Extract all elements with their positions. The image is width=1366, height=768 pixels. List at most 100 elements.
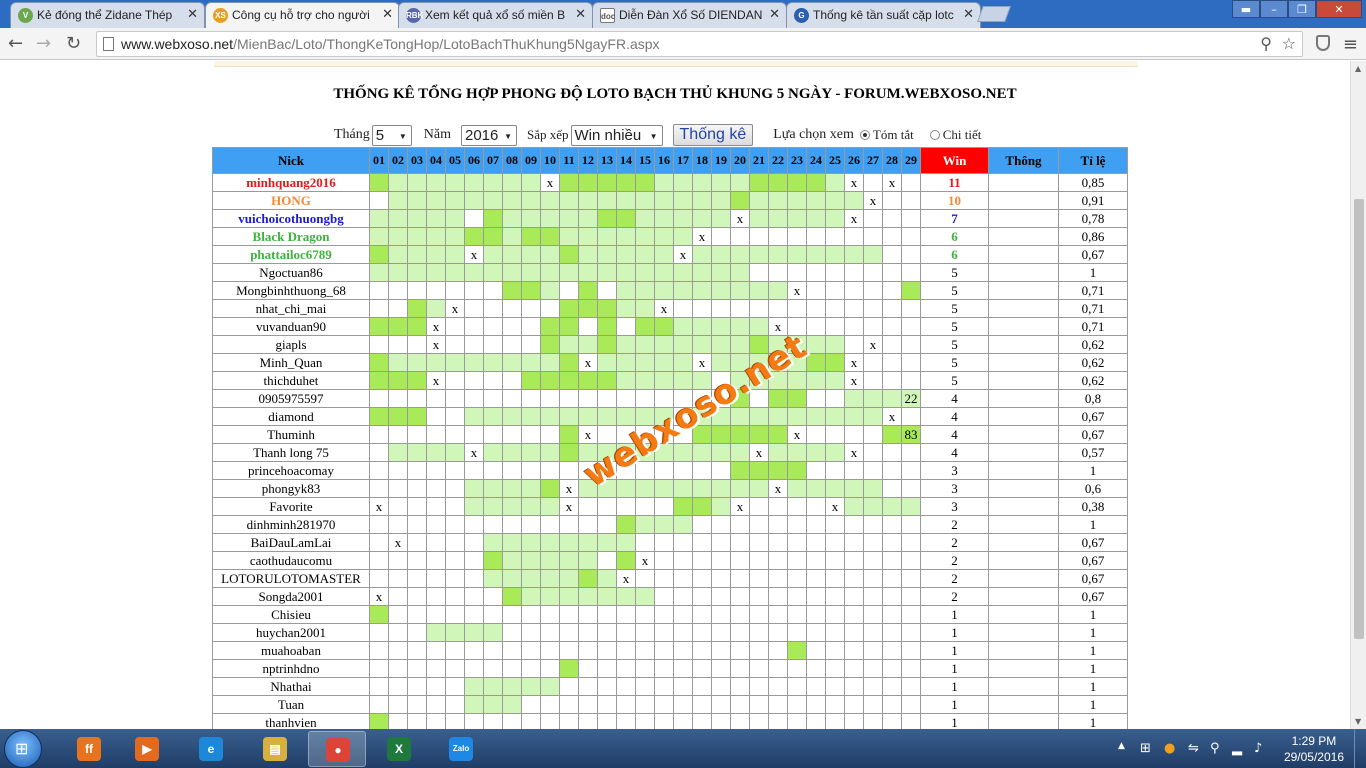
taskbar-app-3[interactable]: e — [182, 731, 240, 767]
nick-cell[interactable]: Nhathai — [212, 677, 370, 696]
day-cell — [540, 713, 560, 729]
nick-cell[interactable]: thichduhet — [212, 371, 370, 390]
close-tab-icon[interactable]: ✕ — [769, 7, 780, 22]
maximize-button[interactable]: ❐ — [1288, 0, 1316, 18]
year-select[interactable]: 2016 ▼ — [460, 124, 517, 146]
close-tab-icon[interactable]: ✕ — [187, 7, 198, 22]
taskbar-app-4[interactable]: ▤ — [246, 731, 304, 767]
nick-cell[interactable]: nhat_chi_mai — [212, 299, 370, 318]
adblock-shield-icon[interactable] — [1316, 35, 1330, 51]
scrollbar-thumb[interactable] — [1354, 199, 1364, 639]
taskbar-app-2[interactable]: ▶ — [118, 731, 176, 767]
nick-cell[interactable]: huychan2001 — [212, 623, 370, 642]
taskbar-app-1[interactable]: ff — [60, 731, 118, 767]
month-select[interactable]: 5 ▼ — [371, 124, 412, 146]
tab-3[interactable]: RBK Xem kết quả xổ số miền B ✕ — [398, 2, 593, 28]
nick-cell[interactable]: nptrinhdno — [212, 659, 370, 678]
taskbar-app-6[interactable]: X — [370, 731, 428, 767]
nick-cell[interactable]: minhquang2016 — [212, 173, 370, 192]
orange-app-icon[interactable]: ● — [1164, 741, 1175, 756]
day-cell — [749, 659, 769, 678]
nick-cell[interactable]: 0905975597 — [212, 389, 370, 408]
radio-chi-tiet[interactable] — [929, 130, 940, 140]
day-cell — [388, 263, 408, 282]
vertical-scrollbar[interactable]: ▲ ▼ — [1350, 61, 1366, 729]
day-cell — [426, 353, 446, 372]
url-field[interactable]: www.webxoso.net/MienBac/Loto/ThongKeTong… — [96, 31, 1303, 57]
new-tab-button[interactable] — [977, 6, 1011, 22]
day-cell — [787, 227, 807, 246]
close-window-button[interactable]: ✕ — [1316, 0, 1362, 18]
nick-cell[interactable]: caothudaucomu — [212, 551, 370, 570]
nick-cell[interactable]: vuvanduan90 — [212, 317, 370, 336]
windows-flag-icon[interactable]: ⊞ — [1140, 741, 1151, 756]
nick-cell[interactable]: Ngoctuan86 — [212, 263, 370, 282]
clock[interactable]: 1:29 PM 29/05/2016 — [1284, 733, 1344, 765]
nick-cell[interactable]: muahoaban — [212, 641, 370, 660]
nick-cell[interactable]: vuichoicothuongbg — [212, 209, 370, 228]
day-cell — [692, 569, 712, 588]
close-tab-icon[interactable]: ✕ — [963, 7, 974, 22]
tray-expand-icon[interactable]: ▲ — [1118, 741, 1125, 751]
network-disabled-icon[interactable]: ⇋ — [1188, 741, 1199, 756]
tab-5[interactable]: G Thống kê tần suất cặp lotc ✕ — [786, 2, 981, 28]
nick-cell[interactable]: Thuminh — [212, 425, 370, 444]
nick-cell[interactable]: phattailoc6789 — [212, 245, 370, 264]
close-tab-icon[interactable]: ✕ — [382, 7, 393, 22]
tab-2[interactable]: XS Công cụ hỗ trợ cho người ✕ — [205, 2, 400, 28]
day-cell — [749, 191, 769, 210]
minimize-button[interactable]: – — [1260, 0, 1288, 18]
table-row: huychan2001 1 1 — [212, 623, 1128, 642]
nick-cell[interactable]: Thanh long 75 — [212, 443, 370, 462]
nick-cell[interactable]: Chisieu — [212, 605, 370, 624]
nick-cell[interactable]: Songda2001 — [212, 587, 370, 606]
taskbar-app-5[interactable]: ● — [308, 731, 366, 767]
show-desktop-button[interactable] — [1354, 729, 1366, 768]
menu-icon[interactable]: ≡ — [1343, 34, 1358, 55]
sort-select[interactable]: Win nhiều ▼ — [570, 124, 663, 146]
forward-icon[interactable]: → — [36, 33, 51, 54]
day-cell — [882, 191, 902, 210]
zoom-icon[interactable]: ⚲ — [1260, 34, 1272, 53]
volume-icon[interactable]: ♪ — [1254, 741, 1262, 756]
day-cell — [635, 335, 655, 354]
nick-cell[interactable]: Mongbinhthuong_68 — [212, 281, 370, 300]
profile-button[interactable]: ▬ — [1232, 0, 1260, 18]
nick-cell[interactable]: dinhminh281970 — [212, 515, 370, 534]
usb-icon[interactable]: ⚲ — [1210, 741, 1220, 756]
day-cell — [445, 623, 465, 642]
nick-cell[interactable]: phongyk83 — [212, 479, 370, 498]
close-tab-icon[interactable]: ✕ — [575, 7, 586, 22]
back-icon[interactable]: ← — [8, 33, 23, 54]
tab-1[interactable]: V Kẻ đóng thể Zidane Thép ✕ — [10, 2, 205, 28]
nick-cell[interactable]: BaiDauLamLai — [212, 533, 370, 552]
nick-cell[interactable]: LOTORULOTOMASTER — [212, 569, 370, 588]
nick-cell[interactable]: Tuan — [212, 695, 370, 714]
day-cell — [901, 191, 921, 210]
radio-tom-tat[interactable] — [859, 130, 870, 140]
nick-cell[interactable]: thanhvien — [212, 713, 370, 729]
bookmark-star-icon[interactable]: ☆ — [1282, 34, 1296, 53]
nick-cell[interactable]: HONG — [212, 191, 370, 210]
scroll-up-icon[interactable]: ▲ — [1355, 64, 1361, 73]
thong-ke-button[interactable]: Thống kê — [672, 124, 754, 146]
nick-cell[interactable]: diamond — [212, 407, 370, 426]
nick-cell[interactable]: Favorite — [212, 497, 370, 516]
start-button[interactable]: ⊞ — [4, 730, 42, 768]
nick-cell[interactable]: giapls — [212, 335, 370, 354]
day-cell — [445, 425, 465, 444]
taskbar-app-7[interactable]: Zalo — [432, 731, 490, 767]
tile-header[interactable]: Tỉ lệ — [1058, 147, 1128, 174]
nick-header[interactable]: Nick — [212, 147, 370, 174]
nick-cell[interactable]: Black Dragon — [212, 227, 370, 246]
day-cell — [654, 515, 674, 534]
scroll-down-icon[interactable]: ▼ — [1355, 717, 1361, 726]
signal-icon[interactable]: ▂ — [1232, 741, 1242, 756]
reload-icon[interactable]: ↻ — [66, 33, 81, 54]
nick-cell[interactable]: Minh_Quan — [212, 353, 370, 372]
tab-4[interactable]: doc Diễn Đàn Xổ Số DIENDAN ✕ — [592, 2, 787, 28]
win-header[interactable]: Win — [920, 147, 989, 174]
tile-cell: 0,67 — [1058, 587, 1128, 606]
thong-header[interactable]: Thông — [988, 147, 1059, 174]
nick-cell[interactable]: princehoacomay — [212, 461, 370, 480]
